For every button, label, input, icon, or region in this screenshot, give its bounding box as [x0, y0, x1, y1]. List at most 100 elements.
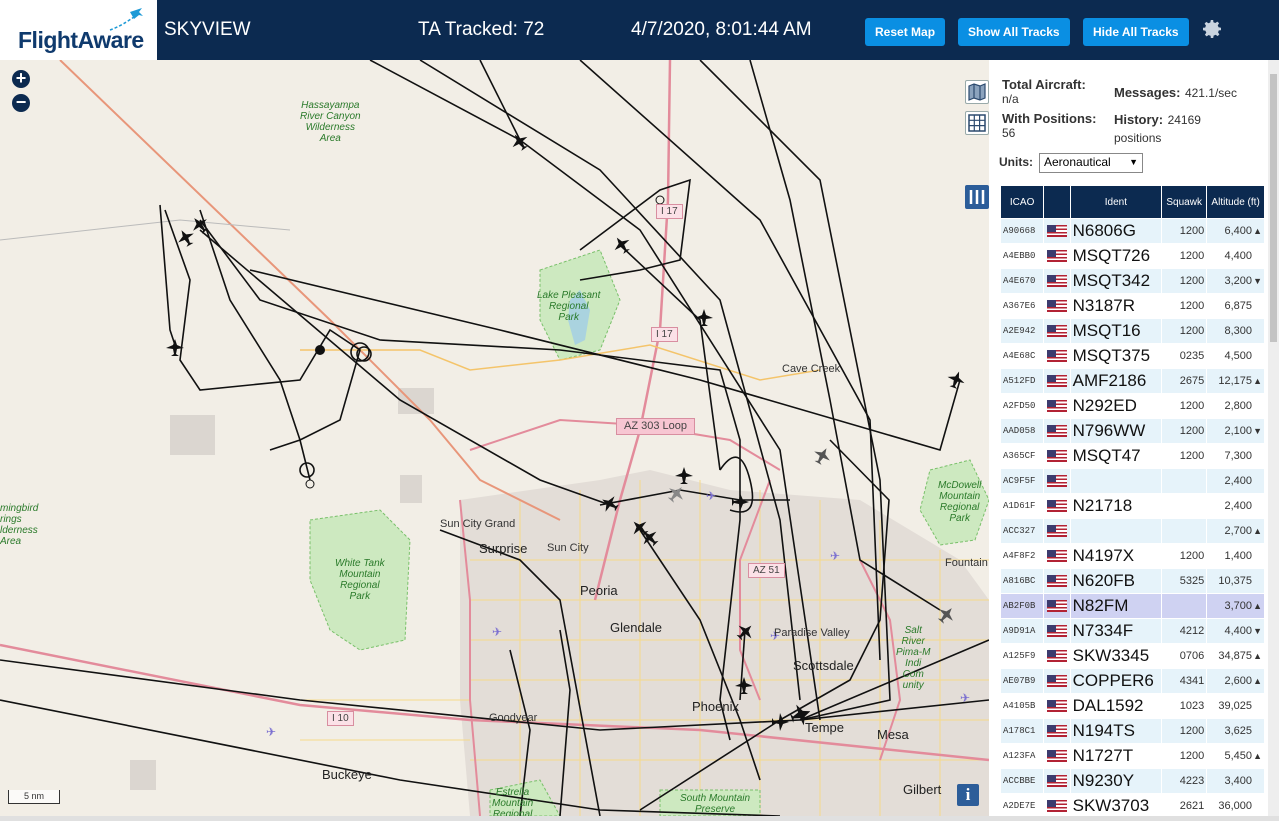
cell-icao: A4EBB0	[999, 243, 1045, 269]
altitude-value: 2,400	[1224, 500, 1252, 512]
table-row[interactable]: A2E942 MSQT16 1200 8,300	[999, 318, 1265, 344]
table-row[interactable]: A1D61F N21718 2,400	[999, 493, 1265, 519]
altitude-value: 4,400	[1224, 250, 1252, 262]
cell-icao: A2E942	[999, 318, 1045, 344]
cell-altitude: 10,375	[1206, 568, 1265, 594]
label-fountain: Fountain	[945, 557, 988, 569]
cell-altitude: 4,500	[1206, 343, 1265, 369]
cell-icao: A365CF	[999, 443, 1045, 469]
history-label: History:	[1114, 112, 1164, 127]
cell-flag	[1043, 543, 1071, 569]
us-flag-icon	[1046, 650, 1067, 663]
table-row[interactable]: A9D91A N7334F 4212 4,400▼	[999, 618, 1265, 644]
table-row[interactable]: A512FD AMF2186 2675 12,175▲	[999, 368, 1265, 394]
reset-map-button[interactable]: Reset Map	[865, 18, 946, 46]
label-goodyear: Goodyear	[489, 712, 538, 724]
table-row[interactable]: ACC327 2,700▲	[999, 518, 1265, 544]
zoom-in-button[interactable]: +	[12, 69, 30, 88]
label-scottsdale: Scottsdale	[793, 658, 854, 673]
cell-ident: MSQT375	[1069, 343, 1163, 369]
grid-view-button[interactable]	[965, 111, 989, 135]
cell-icao: A9D91A	[999, 618, 1045, 644]
altitude-value: 3,400	[1224, 775, 1252, 787]
table-row[interactable]: A123FA N1727T 1200 5,450▲	[999, 743, 1265, 769]
column-toggle-button[interactable]	[965, 185, 989, 209]
svg-text:✈: ✈	[960, 691, 970, 705]
cell-squawk: 1200	[1161, 743, 1208, 769]
label-sun-city-grand: Sun City Grand	[440, 518, 516, 530]
label-peoria: Peoria	[580, 583, 618, 598]
table-row[interactable]: AB2F0B N82FM 3,700▲	[999, 593, 1265, 619]
altitude-trend-icon: ▼	[1253, 276, 1262, 286]
table-row[interactable]: A816BC N620FB 5325 10,375	[999, 568, 1265, 594]
table-row[interactable]: A4E68C MSQT375 0235 4,500	[999, 343, 1265, 369]
table-row[interactable]: A90668 N6806G 1200 6,400▲	[999, 218, 1265, 244]
scale-bar: 5 nm	[8, 790, 60, 804]
cell-altitude: 6,400▲	[1206, 218, 1265, 244]
cell-flag	[1043, 768, 1071, 794]
with-positions-label: With Positions:	[1002, 111, 1097, 126]
us-flag-icon	[1046, 275, 1067, 288]
cell-ident: N7334F	[1069, 618, 1163, 644]
cell-squawk: 2675	[1161, 368, 1208, 394]
table-row[interactable]: ACCBBE N9230Y 4223 3,400	[999, 768, 1265, 794]
label-mcdowell: McDowell Mountain Regional Park	[938, 480, 982, 524]
table-row[interactable]: A4EBB0 MSQT726 1200 4,400	[999, 243, 1265, 269]
cell-squawk: 4223	[1161, 768, 1208, 794]
table-row[interactable]: A4F8F2 N4197X 1200 1,400	[999, 543, 1265, 569]
table-row[interactable]: A125F9 SKW3345 0706 34,875▲	[999, 643, 1265, 669]
panel-scrollbar[interactable]	[1268, 60, 1279, 816]
table-row[interactable]: AE07B9 COPPER6 4341 2,600▲	[999, 668, 1265, 694]
cell-flag	[1043, 393, 1071, 419]
col-icao[interactable]: ICAO	[999, 185, 1045, 219]
table-row[interactable]: A2DE7E SKW3703 2621 36,000	[999, 793, 1265, 819]
units-select[interactable]: Aeronautical	[1039, 153, 1143, 173]
grid-icon	[968, 114, 986, 132]
flightaware-logo[interactable]: FlightAware	[0, 0, 157, 60]
table-row[interactable]: A4E670 MSQT342 1200 3,200▼	[999, 268, 1265, 294]
table-row[interactable]: A367E6 N3187R 1200 6,875	[999, 293, 1265, 319]
map-layers-button[interactable]	[965, 80, 989, 104]
table-row[interactable]: AC9F5F 2,400	[999, 468, 1265, 494]
col-altitude[interactable]: Altitude (ft)	[1206, 185, 1265, 219]
altitude-trend-icon: ▲	[1253, 751, 1262, 761]
cell-ident: N9230Y	[1069, 768, 1163, 794]
cell-ident	[1069, 518, 1163, 544]
us-flag-icon	[1046, 750, 1067, 763]
col-flag[interactable]	[1043, 185, 1071, 219]
cell-squawk: 1200	[1161, 218, 1208, 244]
label-hummingbird: mingbird rings lderness Area	[0, 503, 39, 547]
us-flag-icon	[1046, 300, 1067, 313]
info-button[interactable]: i	[957, 784, 979, 806]
zoom-out-button[interactable]: −	[12, 93, 30, 112]
cell-flag	[1043, 668, 1071, 694]
shield-az303: AZ 303 Loop	[616, 418, 695, 435]
show-all-tracks-button[interactable]: Show All Tracks	[958, 18, 1070, 46]
scroll-thumb[interactable]	[1270, 74, 1277, 342]
cell-ident: AMF2186	[1069, 368, 1163, 394]
table-row[interactable]: A178C1 N194TS 1200 3,625	[999, 718, 1265, 744]
with-positions-value: 56	[1002, 126, 1016, 140]
cell-ident: N1727T	[1069, 743, 1163, 769]
gear-icon[interactable]	[1200, 17, 1224, 41]
map-canvas[interactable]: ✈✈ ✈✈ ✈✈	[0, 60, 989, 816]
cell-ident: N620FB	[1069, 568, 1163, 594]
col-ident[interactable]: Ident	[1069, 185, 1163, 219]
table-row[interactable]: A2FD50 N292ED 1200 2,800	[999, 393, 1265, 419]
table-row[interactable]: A4105B DAL1592 1023 39,025	[999, 693, 1265, 719]
us-flag-icon	[1046, 350, 1067, 363]
table-row[interactable]: AAD058 N796WW 1200 2,100▼	[999, 418, 1265, 444]
selected-aircraft-dot	[315, 345, 325, 355]
horizontal-scrollbar[interactable]	[0, 816, 1279, 821]
table-row[interactable]: A365CF MSQT47 1200 7,300	[999, 443, 1265, 469]
map-view[interactable]: ✈ ✈ ✈ ✈ ✈ ✈ Hassayampa River Canyon Wildernes…	[0, 60, 989, 816]
col-squawk[interactable]: Squawk	[1161, 185, 1208, 219]
cell-icao: A4E68C	[999, 343, 1045, 369]
hide-all-tracks-button[interactable]: Hide All Tracks	[1083, 18, 1189, 46]
messages-label: Messages:	[1114, 85, 1181, 100]
cell-ident: N194TS	[1069, 718, 1163, 744]
us-flag-icon	[1046, 725, 1067, 738]
altitude-value: 7,300	[1224, 450, 1252, 462]
cell-flag	[1043, 468, 1071, 494]
label-south-mountain: South Mountain Preserve	[680, 793, 751, 815]
